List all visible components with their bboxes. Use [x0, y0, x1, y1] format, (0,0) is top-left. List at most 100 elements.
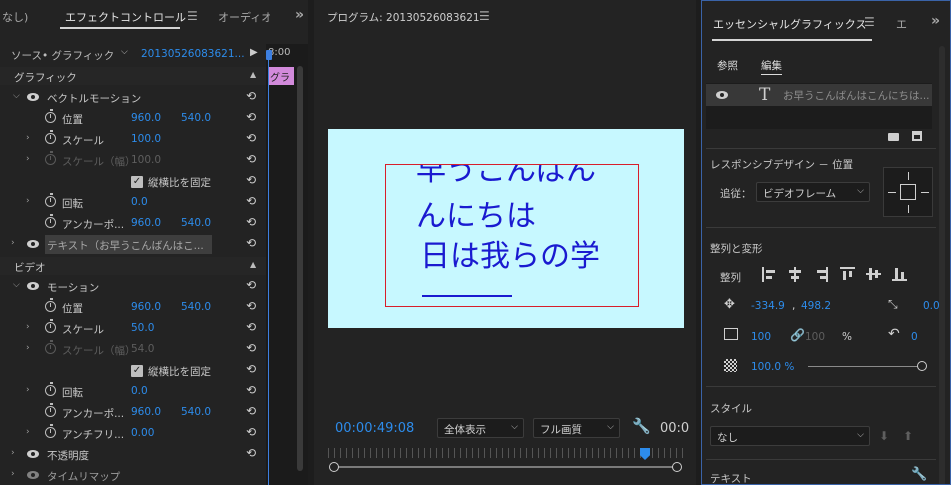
mini-playhead-handle[interactable] [266, 50, 272, 60]
stopwatch-icon[interactable] [45, 424, 56, 438]
vector-motion-row[interactable]: ⌵ ベクトルモーション ⟲ [0, 87, 266, 108]
stopwatch-icon[interactable] [45, 109, 56, 123]
playhead-marker[interactable] [640, 448, 650, 460]
pin-bottom-line[interactable] [908, 205, 909, 213]
reset-icon[interactable]: ⟲ [246, 152, 256, 166]
opacity-row[interactable]: › 不透明度 ⟲ [0, 444, 266, 465]
zoom-handle-left[interactable] [329, 462, 339, 472]
twirl-closed-icon[interactable]: › [26, 133, 30, 143]
tab-overflow-icon[interactable]: » [931, 13, 940, 29]
link-chain-icon[interactable]: 🔗 [790, 328, 805, 342]
zoom-dropdown[interactable]: 全体表示 ⌵ [437, 418, 524, 438]
uniform-scale-checkbox[interactable]: ✓ [131, 176, 143, 188]
settings-wrench-icon[interactable]: 🔧 [632, 417, 651, 435]
pin-left-line[interactable] [888, 192, 896, 193]
time-ruler[interactable] [328, 448, 684, 458]
twirl-open-icon[interactable]: ⌵ [13, 280, 20, 290]
eg-menu-icon[interactable]: ☰ [864, 15, 875, 29]
style-dropdown[interactable]: なし ⌵ [710, 426, 870, 446]
new-layer-icon[interactable] [912, 131, 922, 141]
tab-effect-controls[interactable]: エフェクトコントロール [65, 9, 186, 25]
antiflicker-value[interactable]: 0.00 [131, 427, 154, 439]
video-canvas[interactable]: 早うこんばん んにちは 日は我らの学 ――― [328, 129, 684, 328]
twirl-closed-icon[interactable]: › [11, 238, 15, 248]
align-top-icon[interactable] [840, 267, 855, 281]
browse-tab[interactable]: 参照 [717, 58, 738, 73]
anchor-y-value[interactable]: 540.0 [181, 217, 211, 229]
align-center-h-icon[interactable] [788, 267, 802, 282]
reset-icon[interactable]: ⟲ [246, 278, 256, 292]
text-bounding-box[interactable]: 早うこんばん んにちは 日は我らの学 ――― [385, 164, 639, 307]
graphic-section-header[interactable]: グラフィック ▲ [0, 67, 266, 85]
layer-item-selected[interactable]: T お早うこんばんはこんにちは... [706, 84, 932, 106]
twirl-closed-icon[interactable]: › [26, 196, 30, 206]
panel-menu-icon[interactable]: ☰ [187, 9, 198, 23]
reset-icon[interactable]: ⟲ [246, 194, 256, 208]
stopwatch-icon[interactable] [45, 382, 56, 396]
reset-icon[interactable]: ⟲ [246, 215, 256, 229]
tab-essential-graphics[interactable]: エッセンシャルグラフィックス [713, 16, 866, 32]
eg-scrollbar[interactable] [939, 46, 945, 484]
zoom-handle-right[interactable] [672, 462, 682, 472]
reset-icon[interactable]: ⟲ [246, 173, 256, 187]
fx-toggle-eye-icon[interactable] [27, 471, 39, 479]
m-anchor-y-value[interactable]: 540.0 [181, 406, 211, 418]
graphic-collapse-icon[interactable]: ▲ [250, 70, 256, 79]
reset-icon[interactable]: ⟲ [246, 110, 256, 124]
video-collapse-icon[interactable]: ▲ [250, 260, 256, 269]
opacity-slider-handle[interactable] [917, 361, 927, 371]
text-settings-wrench-icon[interactable]: 🔧 [911, 467, 927, 482]
twirl-closed-icon[interactable]: › [11, 469, 15, 479]
tab-overflow-icon[interactable]: » [295, 7, 304, 23]
program-menu-icon[interactable]: ☰ [479, 9, 490, 23]
reset-icon[interactable]: ⟲ [246, 362, 256, 376]
pin-right-line[interactable] [921, 192, 929, 193]
twirl-closed-icon[interactable]: › [26, 385, 30, 395]
follow-dropdown[interactable]: ビデオフレーム ⌵ [756, 182, 870, 202]
tab-overflow-label[interactable]: エ [896, 16, 907, 32]
reset-icon[interactable]: ⟲ [246, 131, 256, 145]
layer-visibility-eye-icon[interactable] [716, 91, 728, 99]
new-folder-icon[interactable] [888, 133, 899, 141]
twirl-closed-icon[interactable]: › [11, 448, 15, 458]
reset-icon[interactable]: ⟲ [246, 299, 256, 313]
rotation-value[interactable]: 0.0 [131, 196, 148, 208]
pin-to-edges-widget[interactable] [883, 167, 933, 217]
align-center-v-icon[interactable] [866, 267, 881, 281]
m-position-x-value[interactable]: 960.0 [131, 301, 161, 313]
stopwatch-icon[interactable] [45, 214, 56, 228]
time-remap-row[interactable]: › タイムリマップ [0, 465, 266, 485]
reset-icon[interactable]: ⟲ [246, 446, 256, 460]
quality-dropdown[interactable]: フル画質 ⌵ [533, 418, 620, 438]
anchor-x-value[interactable]: 960.0 [131, 217, 161, 229]
eg-rotation-value[interactable]: 0 [911, 331, 918, 343]
scale-value[interactable]: 100.0 [131, 133, 161, 145]
m-rotation-value[interactable]: 0.0 [131, 385, 148, 397]
push-up-icon[interactable]: ⬆ [903, 429, 913, 443]
twirl-open-icon[interactable]: ⌵ [13, 91, 20, 101]
source-dropdown-icon[interactable]: ⌵ [121, 47, 128, 57]
m-position-y-value[interactable]: 540.0 [181, 301, 211, 313]
stopwatch-icon[interactable] [45, 193, 56, 207]
align-left-icon[interactable] [762, 267, 776, 282]
align-right-icon[interactable] [814, 267, 828, 282]
reset-icon[interactable]: ⟲ [246, 320, 256, 334]
fx-toggle-eye-icon[interactable] [27, 93, 39, 101]
stopwatch-icon[interactable] [45, 403, 56, 417]
position-y-value[interactable]: 540.0 [181, 112, 211, 124]
fx-toggle-eye-icon[interactable] [27, 240, 39, 248]
reset-icon[interactable]: ⟲ [246, 425, 256, 439]
video-section-header[interactable]: ビデオ ▲ [0, 257, 266, 275]
twirl-closed-icon[interactable]: › [26, 427, 30, 437]
position-x-value[interactable]: 960.0 [131, 112, 161, 124]
pin-top-line[interactable] [908, 172, 909, 180]
zoom-scrollbar[interactable] [331, 466, 679, 468]
reset-icon[interactable]: ⟲ [246, 236, 256, 250]
m-uniform-scale-checkbox[interactable]: ✓ [131, 365, 143, 377]
play-only-icon[interactable]: ▶ [250, 47, 258, 58]
playhead-timecode[interactable]: 00:00:49:08 [335, 421, 414, 436]
edit-tab[interactable]: 編集 [761, 58, 782, 73]
eg-position-y[interactable]: 498.2 [801, 300, 831, 312]
reset-icon[interactable]: ⟲ [246, 383, 256, 397]
push-down-icon[interactable]: ⬇ [879, 429, 889, 443]
